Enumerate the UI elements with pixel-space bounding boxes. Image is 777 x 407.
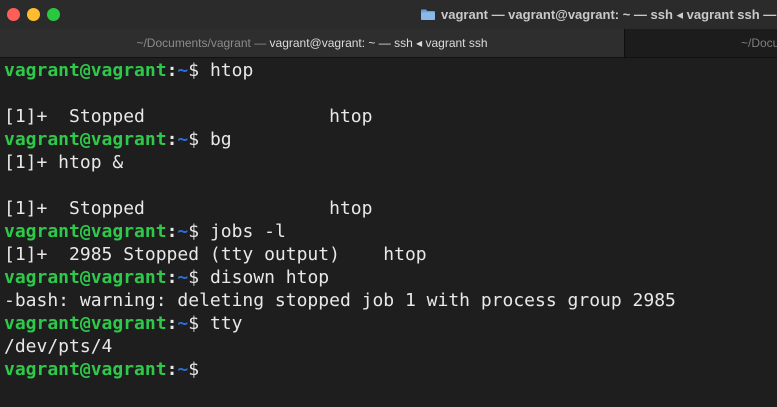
tab-bar: ~/Documents/vagrant — vagrant@vagrant: ~…	[0, 29, 777, 58]
terminal-window: vagrant — vagrant@vagrant: ~ — ssh ◂ vag…	[0, 0, 777, 407]
output-line: [1]+ 2985 Stopped (tty output) htop	[4, 244, 427, 265]
prompt-path: ~	[177, 313, 189, 334]
terminal-output[interactable]: vagrant@vagrant:~$ htop [1]+ Stopped hto…	[0, 58, 777, 407]
prompt-path: ~	[177, 267, 189, 288]
maximize-button[interactable]	[47, 8, 60, 21]
prompt-symbol: $	[188, 129, 210, 150]
prompt-line: vagrant@vagrant:~$ disown htop	[4, 266, 329, 289]
command-text: htop	[209, 60, 254, 81]
prompt-symbol: $	[188, 359, 210, 380]
folder-icon	[421, 9, 435, 20]
prompt-line: vagrant@vagrant:~$	[4, 358, 210, 381]
tab-active[interactable]: ~/Documents/vagrant — vagrant@vagrant: ~…	[0, 29, 624, 57]
prompt-symbol: $	[188, 313, 210, 334]
prompt-separator: :	[166, 60, 178, 81]
command-text: tty	[209, 313, 243, 334]
prompt-separator: :	[166, 359, 178, 380]
prompt-user-host: vagrant@vagrant	[4, 313, 167, 334]
prompt-symbol: $	[188, 267, 210, 288]
output-line: [1]+ Stopped htop	[4, 106, 373, 127]
prompt-path: ~	[177, 221, 189, 242]
window-title-text: vagrant — vagrant@vagrant: ~ — ssh ◂ vag…	[441, 7, 777, 22]
prompt-symbol: $	[188, 221, 210, 242]
minimize-button[interactable]	[27, 8, 40, 21]
title-bar[interactable]: vagrant — vagrant@vagrant: ~ — ssh ◂ vag…	[0, 0, 777, 29]
prompt-separator: :	[166, 129, 178, 150]
command-text: jobs -l	[209, 221, 286, 242]
prompt-separator: :	[166, 221, 178, 242]
prompt-symbol: $	[188, 60, 210, 81]
prompt-user-host: vagrant@vagrant	[4, 359, 167, 380]
close-button[interactable]	[7, 8, 20, 21]
output-line: [1]+ htop &	[4, 152, 124, 173]
prompt-line: vagrant@vagrant:~$ htop	[4, 59, 253, 82]
window-title: vagrant — vagrant@vagrant: ~ — ssh ◂ vag…	[421, 6, 776, 24]
prompt-user-host: vagrant@vagrant	[4, 129, 167, 150]
prompt-user-host: vagrant@vagrant	[4, 221, 167, 242]
prompt-line: vagrant@vagrant:~$ bg	[4, 128, 232, 151]
prompt-path: ~	[177, 129, 189, 150]
prompt-line: vagrant@vagrant:~$ tty	[4, 312, 242, 335]
prompt-path: ~	[177, 60, 189, 81]
prompt-separator: :	[166, 313, 178, 334]
prompt-path: ~	[177, 359, 189, 380]
output-line: /dev/pts/4	[4, 336, 113, 357]
prompt-user-host: vagrant@vagrant	[4, 60, 167, 81]
output-line: [1]+ Stopped htop	[4, 198, 373, 219]
tab-active-label: vagrant@vagrant: ~ — ssh ◂ vagrant ssh	[269, 36, 488, 50]
command-text: disown htop	[209, 267, 330, 288]
output-line: -bash: warning: deleting stopped job 1 w…	[4, 290, 676, 311]
prompt-line: vagrant@vagrant:~$ jobs -l	[4, 220, 286, 243]
tab-inactive-label: ~/Docum	[741, 36, 777, 50]
tab-active-prefix: ~/Documents/vagrant —	[136, 36, 270, 50]
tab-inactive[interactable]: ~/Docum	[625, 29, 777, 57]
prompt-user-host: vagrant@vagrant	[4, 267, 167, 288]
prompt-separator: :	[166, 267, 178, 288]
command-text: bg	[209, 129, 232, 150]
